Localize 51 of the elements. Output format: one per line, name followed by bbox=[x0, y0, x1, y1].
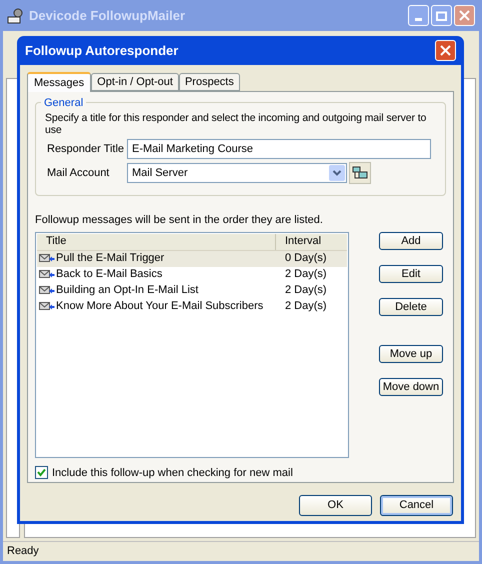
action-button[interactable]: Move up bbox=[379, 344, 443, 362]
dialog-button[interactable]: OK bbox=[299, 495, 372, 516]
dialog-title: Followup Autoresponder bbox=[25, 42, 178, 60]
action-button[interactable]: Edit bbox=[379, 264, 443, 282]
message-title: Know More About Your E-Mail Subscribers bbox=[56, 299, 264, 314]
envelope-arrow-icon bbox=[39, 302, 55, 312]
message-row[interactable]: Building an Opt-In E-Mail List 2 Day(s) bbox=[37, 282, 347, 298]
window-title: Devicode FollowupMailer bbox=[29, 6, 186, 25]
message-title: Building an Opt-In E-Mail List bbox=[56, 283, 198, 298]
message-title: Back to E-Mail Basics bbox=[56, 267, 162, 282]
maximize-button[interactable] bbox=[431, 5, 452, 26]
tab[interactable]: Messages bbox=[27, 72, 92, 92]
responder-title-field[interactable]: E-Mail Marketing Course bbox=[127, 139, 431, 159]
minimize-button[interactable] bbox=[408, 5, 429, 26]
status-text: Ready bbox=[7, 544, 39, 560]
action-button[interactable]: Add bbox=[379, 232, 443, 250]
list-caption: Followup messages will be sent in the order they are listed. bbox=[35, 213, 324, 228]
description-text: Specify a title for this responder and select the incoming and outgoing mail server to use bbox=[45, 112, 428, 136]
dialog-button[interactable]: Cancel bbox=[380, 495, 453, 516]
action-button[interactable]: Delete bbox=[379, 298, 443, 316]
maximize-icon bbox=[436, 10, 447, 20]
field-label: Mail Account bbox=[46, 166, 110, 181]
close-icon bbox=[459, 10, 470, 21]
checkmark-icon bbox=[37, 468, 46, 478]
envelope-arrow-icon bbox=[39, 254, 55, 264]
envelope-arrow-icon bbox=[39, 286, 55, 296]
action-button[interactable]: Move down bbox=[379, 378, 443, 396]
message-title: Pull the E-Mail Trigger bbox=[56, 251, 164, 266]
message-interval: 2 Day(s) bbox=[284, 267, 327, 282]
minimize-icon bbox=[415, 18, 422, 21]
message-interval: 2 Day(s) bbox=[284, 299, 327, 314]
field-label: Responder Title bbox=[46, 142, 126, 157]
tab[interactable]: Prospects bbox=[178, 73, 240, 91]
include-checkbox[interactable] bbox=[35, 466, 48, 480]
mail-account-dropdown[interactable]: Mail Server bbox=[127, 163, 347, 183]
close-button[interactable] bbox=[454, 5, 475, 26]
column-header[interactable]: Interval bbox=[276, 234, 346, 250]
message-interval: 0 Day(s) bbox=[284, 251, 327, 266]
account-settings-button[interactable] bbox=[349, 162, 371, 184]
close-icon bbox=[440, 45, 451, 56]
message-row[interactable]: Know More About Your E-Mail Subscribers 2 Day(s) bbox=[37, 298, 347, 314]
message-interval: 2 Day(s) bbox=[284, 283, 327, 298]
computers-icon bbox=[352, 166, 368, 180]
message-row[interactable]: Pull the E-Mail Trigger 0 Day(s) bbox=[37, 250, 347, 266]
tab[interactable]: Opt-in / Opt-out bbox=[91, 73, 179, 91]
column-header[interactable]: Title bbox=[37, 234, 276, 250]
close-button[interactable] bbox=[435, 40, 456, 61]
checkbox-label: Include this follow-up when checking for new mail bbox=[52, 466, 293, 480]
message-row[interactable]: Back to E-Mail Basics 2 Day(s) bbox=[37, 266, 347, 282]
envelope-arrow-icon bbox=[39, 270, 55, 280]
app-icon bbox=[7, 8, 25, 24]
